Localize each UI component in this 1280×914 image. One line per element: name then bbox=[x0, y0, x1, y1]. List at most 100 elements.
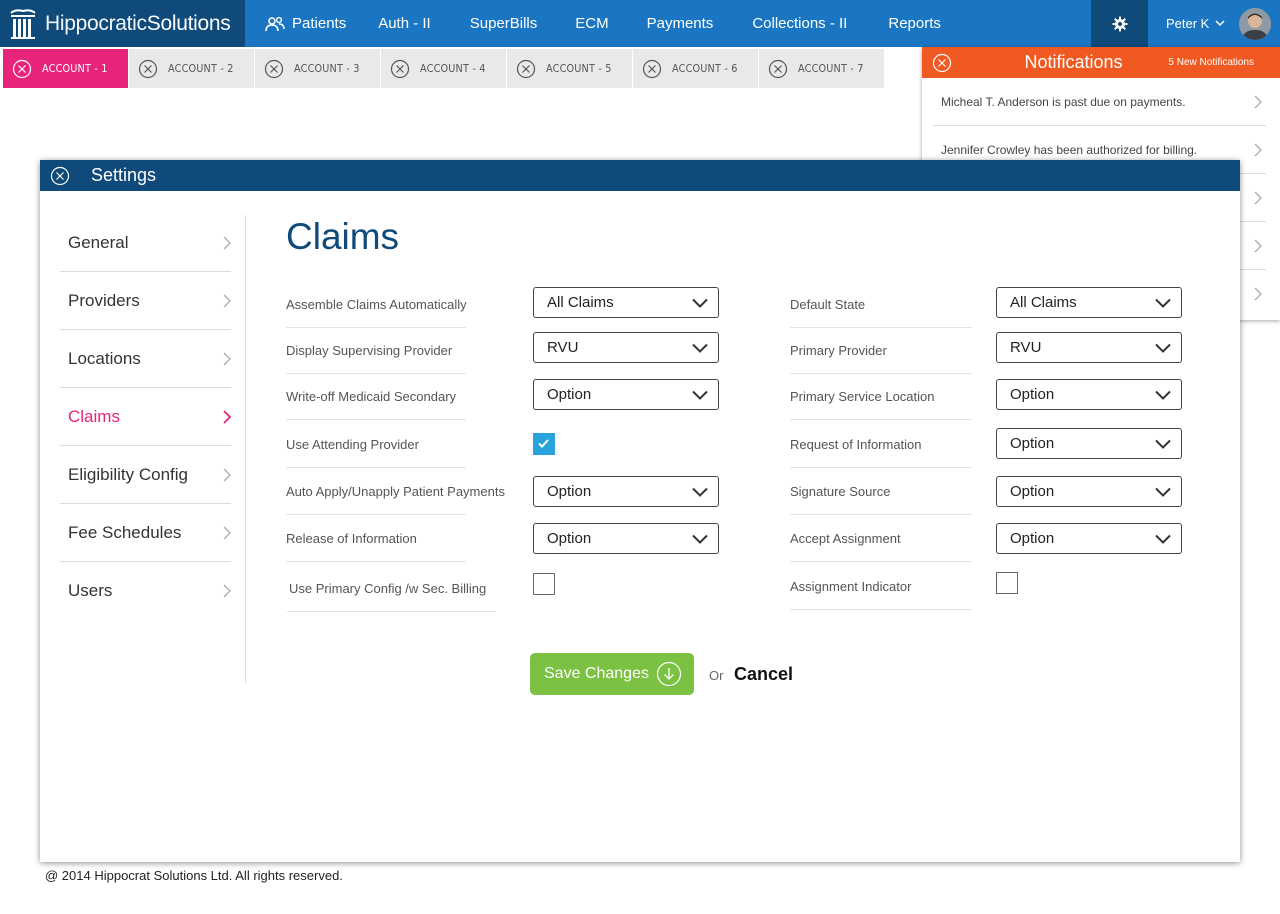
brand-logo[interactable]: HippocraticSolutions bbox=[0, 0, 245, 47]
nav-item-collections[interactable]: Collections - II bbox=[752, 0, 847, 47]
brand-name-bold: Solutions bbox=[146, 11, 231, 35]
or-separator: Or bbox=[709, 668, 724, 683]
close-circle-icon[interactable] bbox=[768, 59, 788, 79]
tab-account-3[interactable]: ACCOUNT - 3 bbox=[255, 49, 380, 88]
select-value: Option bbox=[547, 530, 592, 547]
nav-item-reports[interactable]: Reports bbox=[888, 0, 941, 47]
settings-menu-general[interactable]: General bbox=[60, 214, 231, 272]
chevron-down-icon bbox=[692, 298, 708, 308]
default-state-select[interactable]: All Claims bbox=[996, 287, 1182, 318]
notification-text: Micheal T. Anderson is past due on payme… bbox=[941, 94, 1186, 109]
save-label: Save Changes bbox=[544, 665, 649, 682]
auto-apply-payments-select[interactable]: Option bbox=[533, 476, 719, 507]
menu-divider bbox=[245, 215, 246, 683]
nav-item-label: Payments bbox=[646, 15, 714, 32]
close-circle-icon[interactable] bbox=[50, 166, 70, 186]
release-of-information-select[interactable]: Option bbox=[533, 523, 719, 554]
cancel-button[interactable]: Cancel bbox=[734, 664, 793, 685]
use-primary-config-checkbox[interactable] bbox=[533, 573, 555, 595]
select-value: All Claims bbox=[547, 294, 614, 311]
menu-label: Locations bbox=[68, 348, 141, 368]
close-circle-icon[interactable] bbox=[390, 59, 410, 79]
download-circle-icon bbox=[656, 661, 682, 687]
chevron-right-icon bbox=[223, 409, 231, 424]
assemble-claims-select[interactable]: All Claims bbox=[533, 287, 719, 318]
settings-menu-locations[interactable]: Locations bbox=[60, 330, 231, 388]
nav-item-auth[interactable]: Auth - II bbox=[378, 0, 431, 47]
supervising-provider-select[interactable]: RVU bbox=[533, 332, 719, 363]
avatar[interactable] bbox=[1239, 7, 1272, 40]
tab-account-6[interactable]: ACCOUNT - 6 bbox=[633, 49, 758, 88]
field-label: Write-off Medicaid Secondary bbox=[286, 373, 466, 420]
tab-account-5[interactable]: ACCOUNT - 5 bbox=[507, 49, 632, 88]
nav-item-payments[interactable]: Payments bbox=[647, 0, 714, 47]
request-of-information-select[interactable]: Option bbox=[996, 428, 1182, 459]
menu-label: Claims bbox=[68, 406, 120, 426]
nav-item-patients[interactable]: Patients bbox=[265, 0, 346, 47]
notification-item[interactable]: Micheal T. Anderson is past due on payme… bbox=[933, 78, 1266, 126]
notifications-count: 5 New Notifications bbox=[1168, 57, 1254, 68]
tab-account-2[interactable]: ACCOUNT - 2 bbox=[129, 49, 254, 88]
settings-button[interactable] bbox=[1091, 0, 1148, 47]
settings-title: Settings bbox=[91, 165, 157, 185]
tab-account-4[interactable]: ACCOUNT - 4 bbox=[381, 49, 506, 88]
user-avatar-icon bbox=[1239, 7, 1272, 40]
field-label: Use Primary Config /w Sec. Billing bbox=[287, 565, 496, 612]
chevron-down-icon bbox=[692, 534, 708, 544]
top-navigation-bar: HippocraticSolutions Patients Auth - II … bbox=[0, 0, 1280, 47]
close-circle-icon[interactable] bbox=[138, 59, 158, 79]
page-title: Claims bbox=[286, 216, 400, 257]
main-nav: Patients Auth - II SuperBills ECM Paymen… bbox=[245, 0, 941, 47]
chevron-down-icon bbox=[1155, 390, 1171, 400]
chevron-down-icon bbox=[1155, 534, 1171, 544]
signature-source-select[interactable]: Option bbox=[996, 476, 1182, 507]
settings-menu-eligibility-config[interactable]: Eligibility Config bbox=[60, 446, 231, 504]
select-value: All Claims bbox=[1010, 294, 1077, 311]
select-value: Option bbox=[1010, 386, 1055, 403]
settings-menu: General Providers Locations Claims Eligi… bbox=[60, 214, 231, 620]
writeoff-medicaid-select[interactable]: Option bbox=[533, 379, 719, 410]
close-circle-icon[interactable] bbox=[264, 59, 284, 79]
field-label: Primary Provider bbox=[790, 327, 972, 374]
settings-menu-fee-schedules[interactable]: Fee Schedules bbox=[60, 504, 231, 562]
close-circle-icon[interactable] bbox=[12, 59, 32, 79]
primary-service-location-select[interactable]: Option bbox=[996, 379, 1182, 410]
nav-item-label: Patients bbox=[292, 15, 347, 32]
menu-label: General bbox=[68, 232, 129, 252]
primary-provider-select[interactable]: RVU bbox=[996, 332, 1182, 363]
settings-menu-providers[interactable]: Providers bbox=[60, 272, 231, 330]
accept-assignment-select[interactable]: Option bbox=[996, 523, 1182, 554]
settings-modal: Settings General Providers Locations Cla… bbox=[40, 160, 1240, 862]
nav-item-superbills[interactable]: SuperBills bbox=[470, 0, 538, 47]
tab-account-7[interactable]: ACCOUNT - 7 bbox=[759, 49, 884, 88]
select-value: Option bbox=[1010, 483, 1055, 500]
chevron-right-icon bbox=[1254, 95, 1262, 108]
chevron-right-icon bbox=[223, 294, 231, 307]
menu-label: Eligibility Config bbox=[68, 464, 188, 484]
menu-label: Users bbox=[68, 581, 113, 600]
use-attending-provider-checkbox[interactable] bbox=[533, 433, 555, 455]
chevron-right-icon bbox=[1254, 239, 1262, 252]
select-value: Option bbox=[1010, 435, 1055, 452]
tab-account-1[interactable]: ACCOUNT - 1 bbox=[3, 49, 128, 88]
save-changes-button[interactable]: Save Changes bbox=[530, 653, 694, 695]
checkmark-icon bbox=[538, 439, 549, 448]
settings-menu-claims[interactable]: Claims bbox=[60, 388, 231, 446]
close-circle-icon[interactable] bbox=[516, 59, 536, 79]
settings-menu-users[interactable]: Users bbox=[60, 562, 231, 620]
field-label: Assignment Indicator bbox=[790, 563, 972, 610]
column-logo-icon bbox=[10, 8, 36, 39]
nav-item-label: ECM bbox=[575, 15, 609, 32]
select-value: Option bbox=[1010, 530, 1055, 547]
chevron-right-icon bbox=[223, 584, 231, 598]
nav-item-ecm[interactable]: ECM bbox=[575, 0, 608, 47]
close-circle-icon[interactable] bbox=[642, 59, 662, 79]
notification-text: Jennifer Crowley has been authorized for… bbox=[941, 142, 1198, 157]
brand-name-light: Hippocratic bbox=[45, 11, 147, 35]
assignment-indicator-checkbox[interactable] bbox=[996, 572, 1018, 594]
chevron-down-icon bbox=[692, 487, 708, 497]
user-menu[interactable]: Peter K bbox=[1166, 0, 1272, 47]
chevron-right-icon bbox=[1254, 287, 1262, 301]
chevron-down-icon bbox=[692, 343, 708, 353]
field-label: Accept Assignment bbox=[790, 515, 972, 562]
